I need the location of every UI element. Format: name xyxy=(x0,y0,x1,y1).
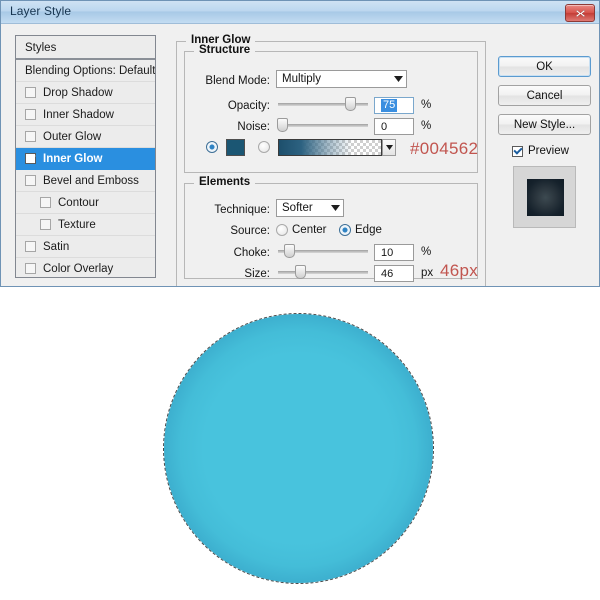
bevel-and-emboss-checkbox[interactable] xyxy=(25,175,36,186)
size-label: Size: xyxy=(244,268,270,280)
blend-mode-value: Multiply xyxy=(282,73,321,85)
new-style-button-label: New Style... xyxy=(513,118,576,131)
glow-color-radio[interactable] xyxy=(206,141,218,153)
style-item-label: Color Overlay xyxy=(43,262,114,275)
noise-unit: % xyxy=(421,120,432,132)
noise-input[interactable]: 0 xyxy=(374,118,414,135)
choke-unit: % xyxy=(421,246,432,258)
structure-group-title: Structure xyxy=(194,44,256,56)
noise-slider-track xyxy=(278,124,368,127)
contour-checkbox[interactable] xyxy=(40,197,51,208)
preview-checkbox[interactable] xyxy=(512,145,523,157)
noise-label: Noise: xyxy=(237,121,270,133)
size-slider[interactable] xyxy=(278,265,368,279)
sidebar-item-inner-shadow[interactable]: Inner Shadow xyxy=(16,104,155,126)
preview-thumbnail xyxy=(513,166,576,228)
new-style-button[interactable]: New Style... xyxy=(498,114,591,135)
selection-marquee xyxy=(163,313,434,584)
dialog-body: Styles Blending Options: Default Drop Sh… xyxy=(1,24,599,286)
style-item-label: Inner Glow xyxy=(43,152,103,165)
elements-group-title: Elements xyxy=(194,176,256,188)
sidebar-item-bevel-and-emboss[interactable]: Bevel and Emboss xyxy=(16,170,155,192)
sidebar-item-inner-glow[interactable]: Inner Glow xyxy=(16,148,155,170)
choke-label: Choke: xyxy=(233,247,270,259)
size-slider-thumb[interactable] xyxy=(295,265,306,279)
style-item-label: Drop Shadow xyxy=(43,86,113,99)
gradient-picker-chevron-down-icon[interactable] xyxy=(382,139,396,156)
inner-glow-settings-panel: Inner Glow Structure Blend Mode: Multipl… xyxy=(176,34,486,286)
circle-with-inner-glow[interactable] xyxy=(163,313,434,584)
sidebar-item-drop-shadow[interactable]: Drop Shadow xyxy=(16,82,155,104)
chevron-down-icon xyxy=(327,205,343,211)
opacity-slider[interactable] xyxy=(278,97,368,111)
style-item-label: Bevel and Emboss xyxy=(43,174,139,187)
dialog-title: Layer Style xyxy=(10,4,72,18)
technique-label: Technique: xyxy=(214,204,270,216)
chevron-down-icon xyxy=(390,76,406,82)
sidebar-item-color-overlay[interactable]: Color Overlay xyxy=(16,258,155,277)
opacity-unit: % xyxy=(421,99,432,111)
inner-shadow-checkbox[interactable] xyxy=(25,109,36,120)
cancel-button-label: Cancel xyxy=(526,89,563,102)
color-overlay-checkbox[interactable] xyxy=(25,263,36,274)
preview-checkbox-row[interactable]: Preview xyxy=(512,145,569,157)
satin-checkbox[interactable] xyxy=(25,241,36,252)
noise-slider-thumb[interactable] xyxy=(277,118,288,132)
sidebar-item-texture[interactable]: Texture xyxy=(16,214,155,236)
technique-value: Softer xyxy=(282,202,313,214)
noise-slider[interactable] xyxy=(277,118,368,132)
ok-button[interactable]: OK xyxy=(498,56,591,77)
style-item-label: Contour xyxy=(58,196,99,209)
source-center-label: Center xyxy=(292,224,327,236)
glow-color-swatch[interactable] xyxy=(226,139,245,156)
glow-gradient-swatch[interactable] xyxy=(278,139,382,156)
sidebar-item-satin[interactable]: Satin xyxy=(16,236,155,258)
style-item-label: Texture xyxy=(58,218,96,231)
texture-checkbox[interactable] xyxy=(40,219,51,230)
style-item-label: Blending Options: Default xyxy=(25,64,156,77)
size-input[interactable]: 46 xyxy=(374,265,414,282)
opacity-value: 75 xyxy=(381,99,398,112)
styles-list-panel: Styles Blending Options: Default Drop Sh… xyxy=(15,35,156,278)
source-edge-label: Edge xyxy=(355,224,382,236)
outer-glow-checkbox[interactable] xyxy=(25,131,36,142)
sidebar-item-contour[interactable]: Contour xyxy=(16,192,155,214)
styles-list-header: Styles xyxy=(16,36,155,60)
blend-mode-label: Blend Mode: xyxy=(205,75,270,87)
size-value: 46 xyxy=(381,267,394,280)
glow-color-annotation: #004562 xyxy=(410,139,479,158)
choke-value: 10 xyxy=(381,246,394,259)
technique-dropdown[interactable]: Softer xyxy=(276,199,344,217)
layer-style-dialog: Layer Style Styles Blending Options: Def… xyxy=(0,0,600,287)
size-annotation: 46px xyxy=(440,261,479,280)
source-edge-radio[interactable] xyxy=(339,224,351,236)
noise-value: 0 xyxy=(381,120,388,133)
style-item-label: Satin xyxy=(43,240,70,253)
document-canvas xyxy=(0,287,600,600)
choke-input[interactable]: 10 xyxy=(374,244,414,261)
cancel-button[interactable]: Cancel xyxy=(498,85,591,106)
source-center-radio[interactable] xyxy=(276,224,288,236)
style-item-label: Inner Shadow xyxy=(43,108,114,121)
style-item-label: Outer Glow xyxy=(43,130,102,143)
inner-glow-checkbox[interactable] xyxy=(25,153,36,164)
ok-button-label: OK xyxy=(536,60,553,73)
choke-slider[interactable] xyxy=(278,244,368,258)
dialog-titlebar[interactable]: Layer Style xyxy=(1,1,599,24)
opacity-label: Opacity: xyxy=(227,100,270,112)
blend-mode-dropdown[interactable]: Multiply xyxy=(276,70,407,88)
drop-shadow-checkbox[interactable] xyxy=(25,87,36,98)
opacity-slider-thumb[interactable] xyxy=(345,97,356,111)
glow-gradient-radio[interactable] xyxy=(258,141,270,153)
sidebar-item-outer-glow[interactable]: Outer Glow xyxy=(16,126,155,148)
choke-slider-thumb[interactable] xyxy=(284,244,295,258)
source-label: Source: xyxy=(230,225,270,237)
size-unit: px xyxy=(421,267,434,279)
size-slider-track xyxy=(278,271,368,274)
opacity-input[interactable]: 75 xyxy=(374,97,414,114)
preview-label: Preview xyxy=(528,145,569,157)
close-icon[interactable] xyxy=(565,4,595,22)
preview-thumbnail-shape xyxy=(527,179,564,216)
sidebar-item-blending-options[interactable]: Blending Options: Default xyxy=(16,60,155,82)
